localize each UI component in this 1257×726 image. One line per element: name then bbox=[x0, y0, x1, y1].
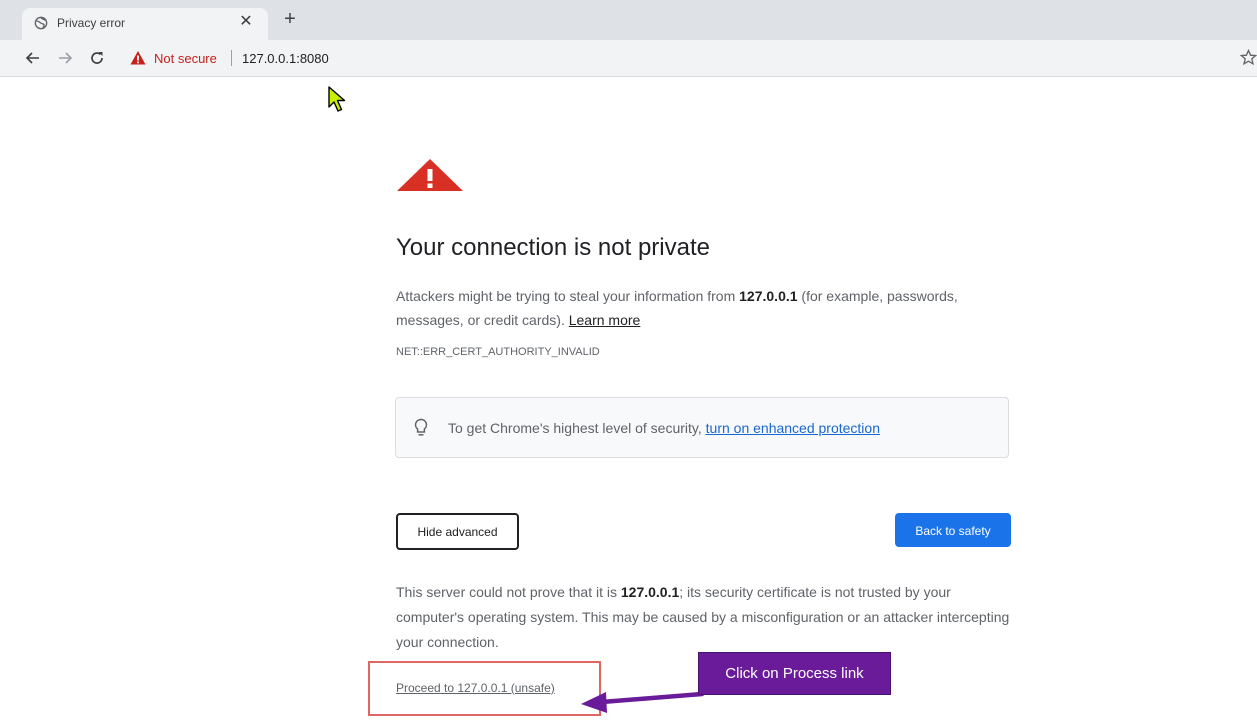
enhanced-protection-box: To get Chrome's highest level of securit… bbox=[395, 397, 1009, 458]
proceed-unsafe-link[interactable]: Proceed to 127.0.0.1 (unsafe) bbox=[396, 681, 555, 695]
tab-title: Privacy error bbox=[57, 16, 126, 30]
reload-icon[interactable] bbox=[86, 47, 108, 69]
lightbulb-icon bbox=[414, 418, 428, 436]
not-secure-label[interactable]: Not secure bbox=[154, 51, 217, 66]
learn-more-link[interactable]: Learn more bbox=[569, 312, 641, 328]
enhanced-protection-text: To get Chrome's highest level of securit… bbox=[448, 420, 880, 436]
details-text: This server could not prove that it is 1… bbox=[396, 580, 1016, 655]
details-prefix: This server could not prove that it is bbox=[396, 584, 621, 600]
warning-triangle-icon bbox=[397, 159, 463, 191]
callout-arrow-icon bbox=[581, 691, 705, 713]
address-bar[interactable]: Not secure 127.0.0.1:8080 bbox=[120, 43, 1235, 73]
plus-icon[interactable]: + bbox=[279, 8, 301, 30]
url-text[interactable]: 127.0.0.1:8080 bbox=[242, 51, 329, 66]
details-host: 127.0.0.1 bbox=[620, 584, 680, 600]
hide-advanced-button[interactable]: Hide advanced bbox=[396, 513, 519, 550]
tab-strip: Privacy error ✕ + bbox=[0, 0, 1257, 40]
forward-arrow-icon[interactable] bbox=[54, 47, 76, 69]
page-title: Your connection is not private bbox=[396, 234, 710, 261]
back-to-safety-button[interactable]: Back to safety bbox=[895, 513, 1011, 547]
intro-text: Attackers might be trying to steal your … bbox=[396, 284, 996, 332]
tab-privacy-error[interactable]: Privacy error ✕ bbox=[22, 8, 268, 40]
error-code: NET::ERR_CERT_AUTHORITY_INVALID bbox=[396, 346, 600, 358]
back-arrow-icon[interactable] bbox=[22, 47, 44, 69]
intro-prefix: Attackers might be trying to steal your … bbox=[396, 288, 740, 304]
close-icon[interactable]: ✕ bbox=[236, 12, 256, 32]
omnibox-separator bbox=[231, 50, 232, 66]
globe-icon bbox=[34, 16, 48, 30]
intro-host: 127.0.0.1 bbox=[739, 288, 798, 304]
star-icon[interactable] bbox=[1240, 49, 1257, 66]
annotation-callout: Click on Process link bbox=[698, 652, 891, 695]
mouse-cursor-icon bbox=[328, 86, 346, 112]
warning-triangle-icon bbox=[130, 51, 146, 65]
toolbar: Not secure 127.0.0.1:8080 bbox=[0, 40, 1257, 77]
browser-window: Privacy error ✕ + Not secure 127.0.0.1:8… bbox=[0, 0, 1257, 726]
enhanced-protection-link[interactable]: turn on enhanced protection bbox=[706, 420, 880, 436]
enhanced-prefix: To get Chrome's highest level of securit… bbox=[448, 420, 706, 436]
